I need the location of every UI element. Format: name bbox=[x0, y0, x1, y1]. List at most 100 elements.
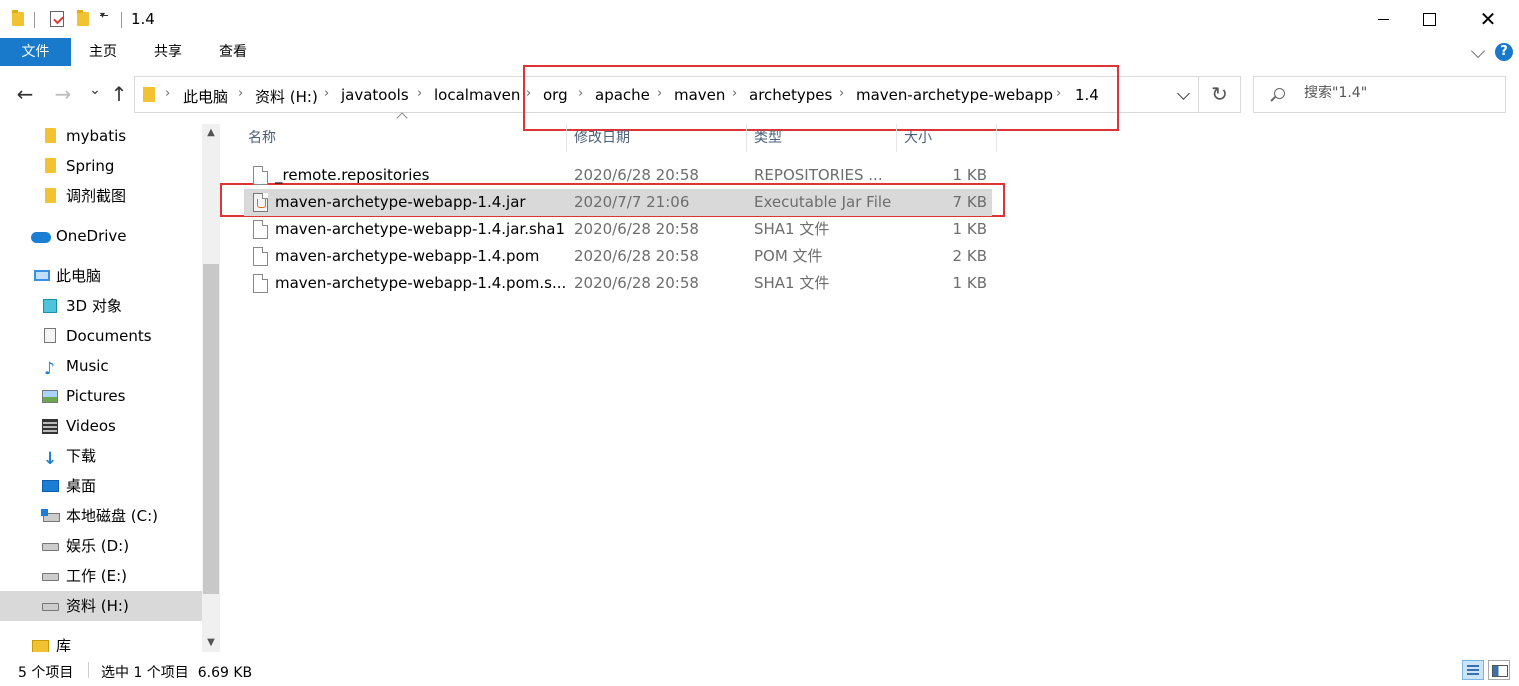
maximize-button[interactable] bbox=[1406, 0, 1452, 38]
3d-objects-icon bbox=[43, 299, 57, 313]
column-divider[interactable] bbox=[996, 124, 997, 152]
quick-access-dropdown-icon[interactable]: ▾ bbox=[100, 10, 109, 21]
folder-icon[interactable] bbox=[12, 10, 24, 26]
tab-view[interactable]: 查看 bbox=[210, 38, 256, 66]
properties-icon[interactable] bbox=[50, 11, 64, 27]
breadcrumb-localmaven[interactable]: localmaven bbox=[434, 86, 520, 104]
file-date: 2020/6/28 20:58 bbox=[574, 274, 699, 292]
column-header-size[interactable]: 大小 bbox=[904, 124, 932, 152]
sidebar-item-videos[interactable]: Videos bbox=[0, 411, 202, 441]
column-divider[interactable] bbox=[746, 124, 747, 152]
breadcrumb-drive-h[interactable]: 资料 (H:) bbox=[255, 86, 318, 107]
column-header-date[interactable]: 修改日期 bbox=[574, 124, 630, 152]
forward-button[interactable]: → bbox=[52, 82, 74, 106]
file-name: maven-archetype-webapp-1.4.pom.s... bbox=[275, 274, 567, 292]
file-row-selected[interactable]: maven-archetype-webapp-1.4.jar 2020/7/7 … bbox=[244, 189, 992, 216]
sidebar-item-spring[interactable]: Spring bbox=[0, 151, 202, 181]
scroll-up-arrow-icon[interactable]: ▲ bbox=[202, 124, 220, 142]
sidebar-item-drive-d[interactable]: 娱乐 (D:) bbox=[0, 531, 202, 561]
breadcrumb-this-pc[interactable]: 此电脑 bbox=[183, 86, 228, 107]
sidebar-item-drive-c[interactable]: 本地磁盘 (C:) bbox=[0, 501, 202, 531]
search-box[interactable] bbox=[1253, 76, 1506, 113]
breadcrumb-apache[interactable]: apache bbox=[595, 86, 650, 104]
drive-icon bbox=[42, 543, 59, 551]
sidebar-item-mybatis[interactable]: mybatis bbox=[0, 124, 202, 151]
breadcrumb-separator[interactable]: › bbox=[238, 86, 243, 101]
sidebar-item-this-pc[interactable]: 此电脑 bbox=[0, 261, 202, 291]
sidebar-scrollbar-thumb[interactable] bbox=[203, 264, 219, 594]
breadcrumb-separator[interactable]: › bbox=[839, 86, 844, 101]
file-row[interactable]: maven-archetype-webapp-1.4.jar.sha1 2020… bbox=[244, 216, 992, 243]
file-row[interactable]: _remote.repositories 2020/6/28 20:58 REP… bbox=[244, 162, 992, 189]
sidebar-item-drive-h[interactable]: 资料 (H:) bbox=[0, 591, 202, 621]
file-row[interactable]: maven-archetype-webapp-1.4.pom.s... 2020… bbox=[244, 270, 992, 297]
address-history-dropdown-icon[interactable] bbox=[1177, 87, 1190, 100]
file-name: _remote.repositories bbox=[275, 166, 430, 184]
breadcrumb-separator[interactable]: › bbox=[1056, 86, 1061, 101]
breadcrumb-maven-archetype-webapp[interactable]: maven-archetype-webapp bbox=[856, 86, 1053, 104]
breadcrumb-org[interactable]: org bbox=[543, 86, 568, 104]
up-button[interactable]: ↑ bbox=[108, 82, 130, 106]
sidebar-item-downloads[interactable]: ↓ 下载 bbox=[0, 441, 202, 471]
status-bar: 5 个项目 选中 1 个项目 6.69 KB bbox=[0, 652, 1519, 686]
sidebar-item-label: 调剂截图 bbox=[66, 187, 127, 205]
column-divider[interactable] bbox=[566, 124, 567, 152]
close-button[interactable]: ✕ bbox=[1465, 0, 1511, 38]
breadcrumb-separator[interactable]: › bbox=[417, 86, 422, 101]
desktop-icon bbox=[42, 480, 59, 492]
search-icon bbox=[1274, 88, 1285, 99]
file-row[interactable]: maven-archetype-webapp-1.4.pom 2020/6/28… bbox=[244, 243, 992, 270]
back-button[interactable]: ← bbox=[14, 82, 36, 106]
large-icons-view-button[interactable] bbox=[1488, 660, 1510, 680]
breadcrumb-separator[interactable]: › bbox=[526, 86, 531, 101]
title-bar: ▾ 1.4 ✕ bbox=[0, 0, 1519, 38]
details-view-button[interactable] bbox=[1462, 660, 1484, 680]
scroll-down-arrow-icon[interactable]: ▼ bbox=[202, 634, 220, 652]
item-count: 5 个项目 bbox=[18, 665, 74, 681]
sidebar-item-label: mybatis bbox=[66, 127, 127, 145]
sidebar-item-drive-e[interactable]: 工作 (E:) bbox=[0, 561, 202, 591]
videos-icon bbox=[42, 419, 58, 434]
tab-file[interactable]: 文件 bbox=[0, 38, 71, 66]
tab-home[interactable]: 主页 bbox=[80, 38, 126, 66]
breadcrumb-separator[interactable]: › bbox=[732, 86, 737, 101]
column-divider[interactable] bbox=[896, 124, 897, 152]
breadcrumb-separator[interactable]: › bbox=[657, 86, 662, 101]
sidebar-item-music[interactable]: ♪ Music bbox=[0, 351, 202, 381]
address-bar[interactable]: › 此电脑 › 资料 (H:) › javatools › localmaven… bbox=[134, 76, 1199, 113]
expand-ribbon-icon[interactable] bbox=[1470, 43, 1486, 59]
breadcrumb-maven[interactable]: maven bbox=[674, 86, 725, 104]
file-name: maven-archetype-webapp-1.4.jar.sha1 bbox=[275, 220, 566, 238]
breadcrumb-javatools[interactable]: javatools bbox=[341, 86, 409, 104]
sidebar-item-label: OneDrive bbox=[56, 227, 127, 245]
sidebar-item-libraries[interactable]: 库 bbox=[0, 631, 202, 652]
new-folder-icon[interactable] bbox=[77, 10, 89, 26]
sidebar-item-screenshots[interactable]: 调剂截图 bbox=[0, 181, 202, 211]
drive-icon bbox=[42, 573, 59, 581]
breadcrumb-separator[interactable]: › bbox=[324, 86, 329, 101]
tab-share[interactable]: 共享 bbox=[145, 38, 191, 66]
column-header-type[interactable]: 类型 bbox=[754, 124, 782, 152]
minimize-button[interactable] bbox=[1360, 0, 1406, 38]
sidebar-item-label: 资料 (H:) bbox=[66, 597, 129, 615]
column-header-name[interactable]: 名称 bbox=[248, 124, 276, 152]
breadcrumb-separator[interactable]: › bbox=[165, 86, 170, 101]
folder-icon bbox=[45, 188, 56, 203]
sidebar-item-documents[interactable]: Documents bbox=[0, 321, 202, 351]
sidebar-item-onedrive[interactable]: OneDrive bbox=[0, 221, 202, 251]
refresh-button[interactable]: ↻ bbox=[1199, 76, 1241, 113]
breadcrumb-archetypes[interactable]: archetypes bbox=[749, 86, 832, 104]
computer-icon bbox=[34, 270, 50, 281]
help-icon[interactable]: ? bbox=[1495, 43, 1513, 61]
breadcrumb-separator[interactable]: › bbox=[578, 86, 583, 101]
sidebar-item-3d-objects[interactable]: 3D 对象 bbox=[0, 291, 202, 321]
search-input[interactable] bbox=[1304, 85, 1494, 101]
sidebar-item-label: 此电脑 bbox=[56, 267, 102, 285]
sidebar-item-desktop[interactable]: 桌面 bbox=[0, 471, 202, 501]
documents-icon bbox=[44, 328, 56, 343]
recent-locations-button[interactable]: ⌄ bbox=[84, 78, 106, 102]
sidebar-item-pictures[interactable]: Pictures bbox=[0, 381, 202, 411]
file-icon bbox=[253, 166, 268, 185]
file-date: 2020/6/28 20:58 bbox=[574, 247, 699, 265]
breadcrumb-current[interactable]: 1.4 bbox=[1075, 86, 1099, 104]
